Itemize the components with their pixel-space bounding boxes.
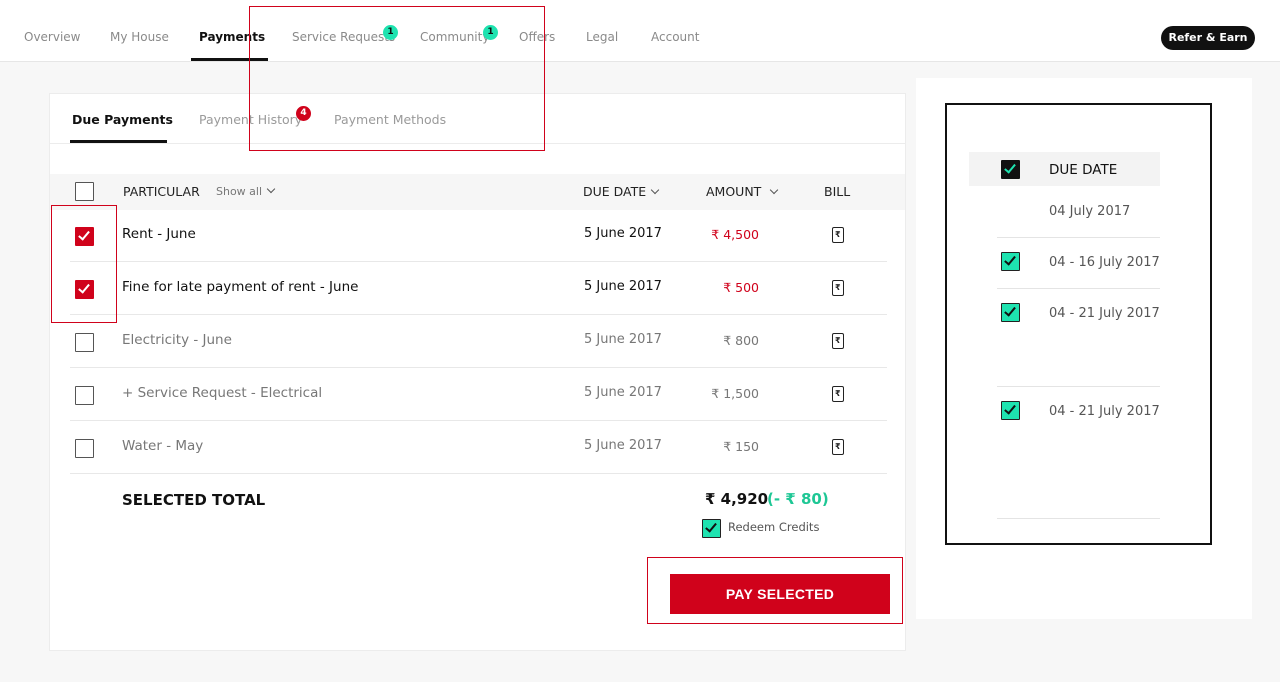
side-due-date: 04 - 21 July 2017 [1049, 306, 1160, 321]
row-particular: Rent - June [122, 226, 196, 242]
redeem-credits-checkbox[interactable] [702, 519, 721, 538]
table-row: + Service Request - Electrical 5 June 20… [70, 368, 887, 421]
rupee-bill-icon[interactable]: ₹ [832, 280, 844, 296]
row-due-date: 5 June 2017 [584, 332, 662, 347]
annotation-box-pay-button [647, 557, 903, 624]
nav-legal[interactable]: Legal [586, 30, 618, 44]
row-particular: Fine for late payment of rent - June [122, 279, 359, 295]
rupee-bill-icon[interactable]: ₹ [832, 227, 844, 243]
side-due-date: 04 - 21 July 2017 [1049, 404, 1160, 419]
row-due-date: 5 June 2017 [584, 438, 662, 453]
side-row-checkbox[interactable] [1001, 303, 1020, 322]
row-amount: ₹ 4,500 [711, 227, 759, 242]
row-due-date: 5 June 2017 [584, 385, 662, 400]
nav-overview[interactable]: Overview [24, 30, 81, 44]
side-divider [997, 288, 1160, 289]
annotation-box-tabs [249, 6, 545, 151]
side-due-date-header: DUE DATE [1049, 162, 1118, 178]
row-particular: Electricity - June [122, 332, 232, 348]
table-row: Rent - June 5 June 2017 ₹ 4,500 ₹ [70, 209, 887, 262]
side-due-date: 04 - 16 July 2017 [1049, 255, 1160, 270]
amount-header[interactable]: AMOUNT [706, 184, 779, 199]
select-all-checkbox[interactable] [75, 182, 94, 201]
particular-header: PARTICULAR [123, 184, 200, 199]
tab-due-payments[interactable]: Due Payments [72, 112, 173, 127]
row-checkbox[interactable] [75, 386, 94, 405]
row-due-date: 5 June 2017 [584, 279, 662, 294]
chevron-down-icon [266, 184, 276, 194]
top-navigation: Overview My House Payments Service Reque… [0, 0, 1280, 62]
row-amount: ₹ 500 [723, 280, 759, 295]
row-particular: Water - May [122, 438, 204, 454]
due-date-header[interactable]: DUE DATE [583, 184, 660, 199]
nav-my-house[interactable]: My House [110, 30, 169, 44]
selected-total-label: SELECTED TOTAL [122, 491, 266, 509]
row-due-date: 5 June 2017 [584, 226, 662, 241]
rupee-bill-icon[interactable]: ₹ [832, 333, 844, 349]
nav-account[interactable]: Account [651, 30, 699, 44]
side-divider [997, 386, 1160, 387]
chevron-down-icon [770, 185, 779, 195]
bill-header: BILL [824, 184, 851, 199]
table-row: Fine for late payment of rent - June 5 J… [70, 262, 887, 315]
show-all-dropdown[interactable]: Show all [216, 184, 276, 198]
side-due-date: 04 July 2017 [1049, 204, 1131, 219]
row-particular: + Service Request - Electrical [122, 385, 323, 401]
chevron-down-icon [650, 185, 660, 195]
rupee-bill-icon[interactable]: ₹ [832, 386, 844, 402]
refer-earn-button[interactable]: Refer & Earn [1161, 26, 1255, 50]
table-row: Water - May 5 June 2017 ₹ 150 ₹ [70, 421, 887, 474]
side-select-all-checkbox[interactable] [1001, 160, 1020, 179]
side-row-checkbox[interactable] [1001, 401, 1020, 420]
redeem-credits-label: Redeem Credits [728, 520, 820, 534]
amount-label: AMOUNT [706, 184, 762, 199]
side-divider [997, 518, 1160, 519]
credits-discount: (- ₹ 80) [767, 490, 829, 508]
side-row-checkbox[interactable] [1001, 252, 1020, 271]
row-amount: ₹ 150 [723, 439, 759, 454]
table-row: Electricity - June 5 June 2017 ₹ 800 ₹ [70, 315, 887, 368]
show-all-label: Show all [216, 185, 263, 198]
row-amount: ₹ 1,500 [711, 386, 759, 401]
annotation-box-checkboxes [51, 205, 117, 323]
row-checkbox[interactable] [75, 439, 94, 458]
rupee-bill-icon[interactable]: ₹ [832, 439, 844, 455]
row-amount: ₹ 800 [723, 333, 759, 348]
row-checkbox[interactable] [75, 333, 94, 352]
due-date-label: DUE DATE [583, 184, 647, 199]
side-divider [997, 237, 1160, 238]
table-header: PARTICULAR Show all DUE DATE AMOUNT BILL [50, 174, 905, 210]
selected-total-amount: ₹ 4,920 [705, 490, 769, 508]
